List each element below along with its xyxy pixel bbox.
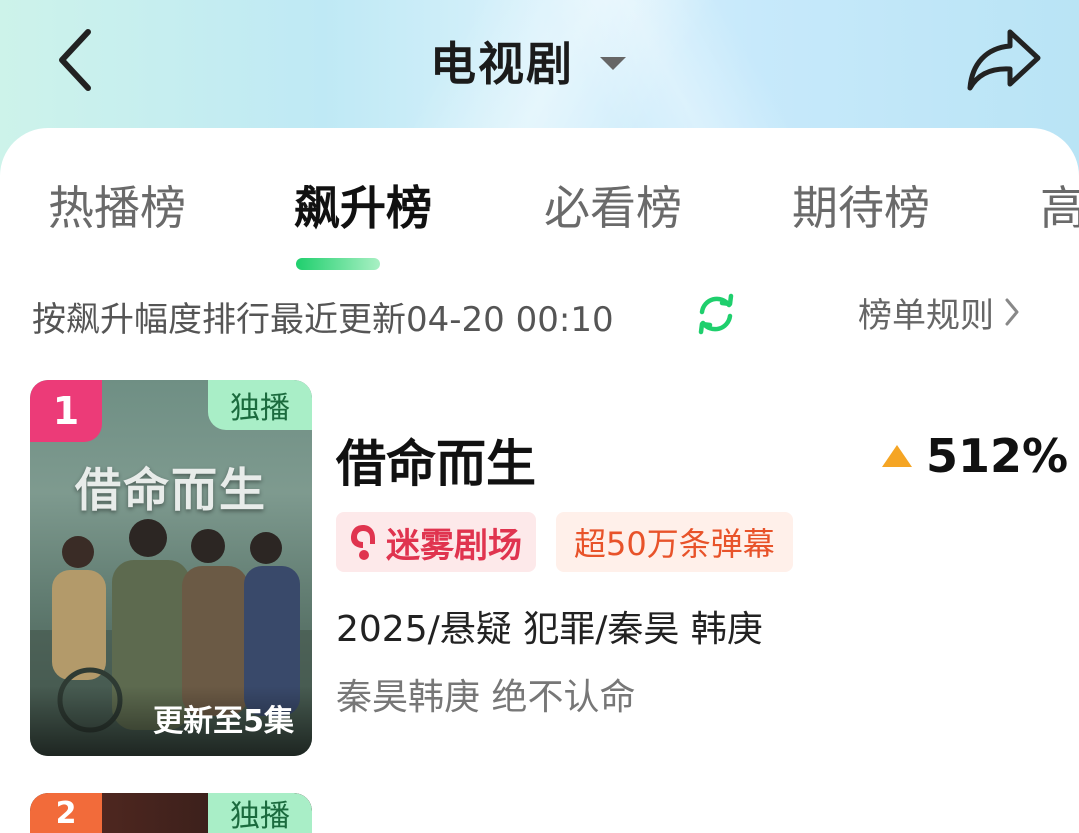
- tab-anticipated[interactable]: 期待榜: [792, 172, 930, 238]
- drama-poster[interactable]: 2 独播: [30, 793, 312, 833]
- caret-down-icon: [600, 56, 626, 70]
- rank-badge: 2: [30, 793, 102, 833]
- share-arrow-icon: [967, 29, 1041, 91]
- category-selector[interactable]: 电视剧: [430, 28, 626, 94]
- trend-indicator: 512%: [882, 428, 1068, 484]
- tab-high[interactable]: 高: [1040, 172, 1079, 238]
- tab-hot[interactable]: 热播榜: [48, 172, 186, 238]
- drama-meta: 2025/悬疑 犯罪/秦昊 韩庚: [336, 609, 763, 650]
- drama-title[interactable]: 借命而生: [336, 424, 536, 496]
- tab-rising[interactable]: 飙升榜: [294, 172, 432, 238]
- theater-tag-label: 迷雾剧场: [386, 525, 522, 566]
- refresh-icon[interactable]: [694, 292, 738, 336]
- ranking-tabs: 热播榜 飙升榜 必看榜 期待榜 高: [0, 168, 1079, 270]
- chevron-left-icon: [59, 29, 91, 91]
- ranking-item[interactable]: 2 独播: [30, 793, 312, 833]
- theater-tag[interactable]: 迷雾剧场: [336, 512, 536, 572]
- chevron-right-icon: [1005, 298, 1019, 326]
- episode-status: 更新至5集: [153, 704, 294, 739]
- back-button[interactable]: [48, 28, 100, 92]
- danmaku-tag: 超50万条弹幕: [556, 512, 793, 572]
- active-tab-indicator: [296, 258, 380, 270]
- ranking-info-row: 按飙升幅度排行最近更新04-20 00:10 榜单规则: [0, 284, 1079, 340]
- danmaku-tag-label: 超50万条弹幕: [574, 525, 775, 563]
- exclusive-badge: 独播: [208, 793, 312, 833]
- ranking-item[interactable]: 借命而生 1 独播 更新至5集 借命而生 512% 迷雾剧场 超50万条弹幕 2…: [30, 380, 1068, 758]
- exclusive-badge: 独播: [208, 380, 312, 430]
- ranking-card: 热播榜 飙升榜 必看榜 期待榜 高 按飙升幅度排行最近更新04-20 00:10…: [0, 128, 1079, 833]
- ranking-rules-label: 榜单规则: [858, 295, 994, 336]
- drama-tags: 迷雾剧场 超50万条弹幕: [336, 512, 793, 572]
- up-triangle-icon: [882, 445, 912, 467]
- sort-description: 按飙升幅度排行最近更新04-20 00:10: [32, 300, 614, 340]
- tab-must-watch[interactable]: 必看榜: [544, 172, 682, 238]
- page-title: 电视剧: [430, 37, 574, 91]
- drama-poster[interactable]: 借命而生 1 独播 更新至5集: [30, 380, 312, 756]
- ranking-rules-link[interactable]: 榜单规则: [858, 290, 1020, 336]
- theater-logo-icon: [351, 525, 375, 560]
- share-button[interactable]: [962, 24, 1046, 94]
- drama-description: 秦昊韩庚 绝不认命: [336, 677, 636, 718]
- episode-overlay: 更新至5集: [30, 686, 312, 756]
- trend-value: 512%: [926, 429, 1069, 483]
- top-nav-bar: 电视剧: [0, 0, 1079, 128]
- rank-badge: 1: [30, 380, 102, 442]
